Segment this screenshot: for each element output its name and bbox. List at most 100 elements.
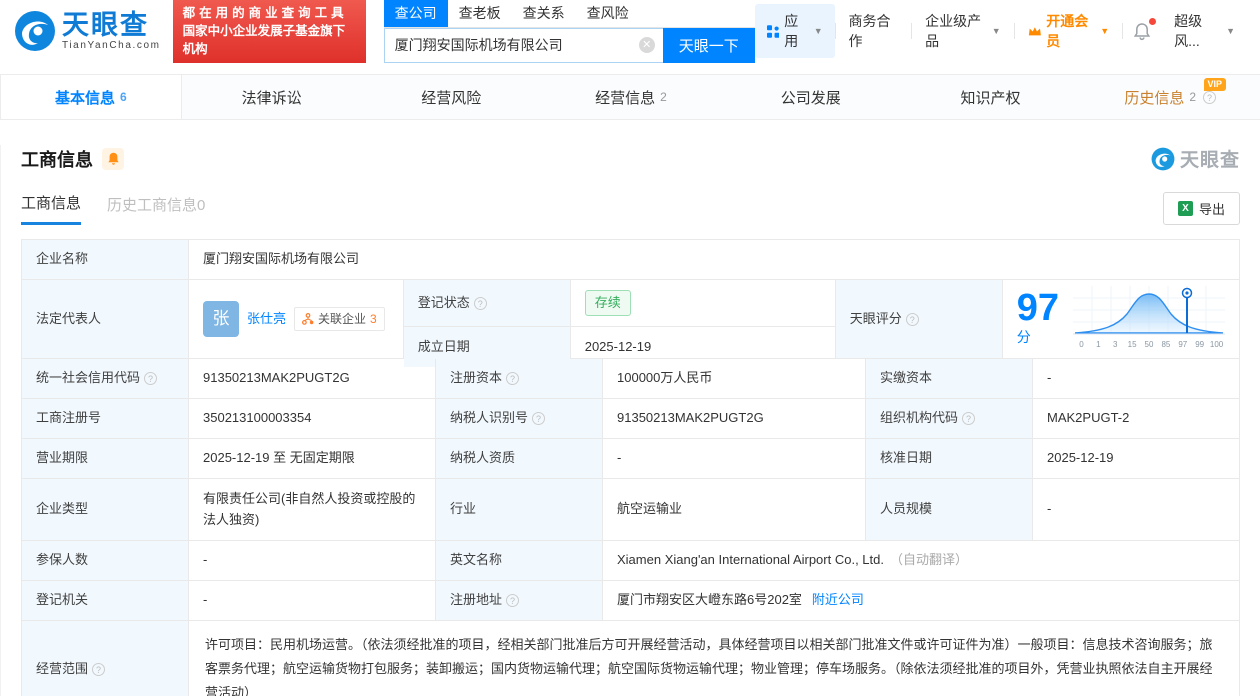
subtab-business-info[interactable]: 工商信息 <box>21 192 81 225</box>
field-label: 英文名称 <box>436 541 603 580</box>
field-label: 核准日期 <box>866 439 1033 478</box>
chevron-down-icon: ▼ <box>814 26 823 36</box>
tab-legal-proceedings[interactable]: 法律诉讼 <box>182 75 362 119</box>
nav-open-vip[interactable]: 开通会员 ▼ <box>1015 11 1123 51</box>
legal-rep-cell: 张 张仕亮 关联企业 3 <box>189 280 404 358</box>
help-icon[interactable]: ? <box>1203 91 1216 104</box>
field-value: 350213100003354 <box>189 399 436 438</box>
table-row: 法定代表人 张 张仕亮 关联企业 3 <box>22 280 1239 359</box>
nav-enterprise-products[interactable]: 企业级产品 ▼ <box>912 11 1013 51</box>
score-value: 97 <box>1017 287 1059 329</box>
clear-input-icon[interactable]: ✕ <box>639 37 655 53</box>
field-value: MAK2PUGT-2 <box>1033 399 1239 438</box>
field-value: 100000万人民币 <box>603 359 866 398</box>
tianyancha-logo[interactable]: 天眼查 TianYanCha.com <box>14 10 161 52</box>
chevron-down-icon: ▼ <box>1100 26 1109 36</box>
top-header: 天眼查 TianYanCha.com 都在用的商业查询工具 国家中小企业发展子基… <box>0 0 1260 62</box>
vip-tag: VIP <box>1204 78 1227 91</box>
tianyancha-swirl-icon <box>14 10 56 52</box>
table-row: 企业名称 厦门翔安国际机场有限公司 <box>22 240 1239 280</box>
help-icon[interactable]: ? <box>962 412 975 425</box>
help-icon[interactable]: ? <box>92 663 105 676</box>
help-icon[interactable]: ? <box>506 372 519 385</box>
nearby-companies-link[interactable]: 附近公司 <box>812 590 864 610</box>
registration-info-table: 企业名称 厦门翔安国际机场有限公司 法定代表人 张 张仕亮 <box>21 239 1240 696</box>
apps-menu-button[interactable]: 应用 ▼ <box>755 4 835 58</box>
table-row: 企业类型 有限责任公司(非自然人投资或控股的法人独资) 行业 航空运输业 人员规… <box>22 479 1239 541</box>
related-companies-badge[interactable]: 关联企业 3 <box>294 307 385 332</box>
field-label: 登记机关 <box>22 581 189 620</box>
help-icon[interactable]: ? <box>474 297 487 310</box>
nav-super-risk[interactable]: 超级风... ▼ <box>1161 11 1248 51</box>
field-label: 统一社会信用代码? <box>22 359 189 398</box>
field-value: 2025-12-19 至 无固定期限 <box>189 439 436 478</box>
logo-subtitle: TianYanCha.com <box>62 41 161 51</box>
subtab-history-business-info[interactable]: 历史工商信息0 <box>107 194 205 224</box>
field-label: 注册地址? <box>436 581 603 620</box>
reg-status-value: 存续 <box>571 280 835 326</box>
excel-icon: X <box>1178 201 1193 216</box>
field-value: 航空运输业 <box>603 479 866 540</box>
address-value: 厦门市翔安区大嶝东路6号202室 附近公司 <box>603 581 1239 620</box>
status-badge: 存续 <box>585 290 631 316</box>
promo-line2: 国家中小企业发展子基金旗下机构 <box>183 22 356 58</box>
tianyancha-swirl-icon <box>1151 147 1175 171</box>
field-value: - <box>1033 359 1239 398</box>
search-tab-risk[interactable]: 查风险 <box>576 0 640 27</box>
chevron-down-icon: ▼ <box>992 26 1001 36</box>
org-chart-icon <box>302 313 314 325</box>
header-nav: 应用 ▼ 商务合作 企业级产品 ▼ 开通会员 ▼ 超 <box>755 4 1248 58</box>
english-name-value: Xiamen Xiang'an International Airport Co… <box>603 541 1239 580</box>
tab-intellectual-property[interactable]: 知识产权 <box>901 75 1081 119</box>
field-value: - <box>1033 479 1239 540</box>
notifications-bell-icon[interactable] <box>1123 22 1161 41</box>
field-value: 91350213MAK2PUGT2G <box>189 359 436 398</box>
field-label: 登记状态 ? <box>404 280 571 326</box>
field-label: 组织机构代码? <box>866 399 1033 438</box>
section-title: 工商信息 <box>21 146 93 172</box>
field-value: - <box>189 541 436 580</box>
nav-business-coop[interactable]: 商务合作 <box>836 11 912 51</box>
apps-label: 应用 <box>784 11 807 51</box>
field-label: 企业名称 <box>22 240 189 279</box>
notification-dot <box>1149 18 1156 25</box>
auto-translate-note: （自动翻译） <box>890 550 968 570</box>
business-scope-value: 许可项目：民用机场运营。（依法须经批准的项目，经相关部门批准后方可开展经营活动，… <box>189 621 1239 696</box>
company-tab-bar: 基本信息6 法律诉讼 经营风险 经营信息2 公司发展 知识产权 历史信息2 ? … <box>0 74 1260 120</box>
tab-history-info[interactable]: 历史信息2 ? VIP <box>1080 75 1260 119</box>
table-row: 经营范围? 许可项目：民用机场运营。（依法须经批准的项目，经相关部门批准后方可开… <box>22 621 1239 696</box>
tab-company-development[interactable]: 公司发展 <box>721 75 901 119</box>
tab-operation-risk[interactable]: 经营风险 <box>361 75 541 119</box>
tianyancha-watermark: 天眼查 <box>1151 145 1240 172</box>
field-value: 91350213MAK2PUGT2G <box>603 399 866 438</box>
search-button[interactable]: 天眼一下 <box>663 28 755 63</box>
search-input[interactable] <box>385 37 663 53</box>
tab-operation-info[interactable]: 经营信息2 <box>541 75 721 119</box>
search-block: 查公司 查老板 查关系 查风险 ✕ 天眼一下 <box>384 0 755 63</box>
table-row: 营业期限 2025-12-19 至 无固定期限 纳税人资质 - 核准日期 202… <box>22 439 1239 479</box>
help-icon[interactable]: ? <box>506 594 519 607</box>
bell-icon <box>1133 22 1151 41</box>
help-icon[interactable]: ? <box>144 372 157 385</box>
subscribe-bell-icon[interactable] <box>102 148 124 170</box>
chart-x-axis: 0131550859799100 <box>1073 339 1225 351</box>
search-tab-boss[interactable]: 查老板 <box>448 0 512 27</box>
help-icon[interactable]: ? <box>906 313 919 326</box>
watermark-text: 天眼查 <box>1180 145 1240 172</box>
chevron-down-icon: ▼ <box>1226 26 1235 36</box>
avatar[interactable]: 张 <box>203 301 239 337</box>
tab-basic-info[interactable]: 基本信息6 <box>0 75 182 119</box>
export-button[interactable]: X 导出 <box>1163 192 1240 225</box>
promo-line1: 都在用的商业查询工具 <box>183 4 356 22</box>
search-tab-company[interactable]: 查公司 <box>384 0 448 27</box>
field-label: 法定代表人 <box>22 280 189 358</box>
field-label: 纳税人识别号? <box>436 399 603 438</box>
legal-rep-link[interactable]: 张仕亮 <box>247 309 286 329</box>
field-label: 参保人数 <box>22 541 189 580</box>
grid-apps-icon <box>767 24 780 39</box>
field-label: 天眼评分 ? <box>836 280 1003 358</box>
search-tab-relation[interactable]: 查关系 <box>512 0 576 27</box>
table-row: 工商注册号 350213100003354 纳税人识别号? 91350213MA… <box>22 399 1239 439</box>
help-icon[interactable]: ? <box>532 412 545 425</box>
main-content: 工商信息 天眼查 工商信息 历史工商信息0 X 导出 企 <box>0 145 1260 696</box>
